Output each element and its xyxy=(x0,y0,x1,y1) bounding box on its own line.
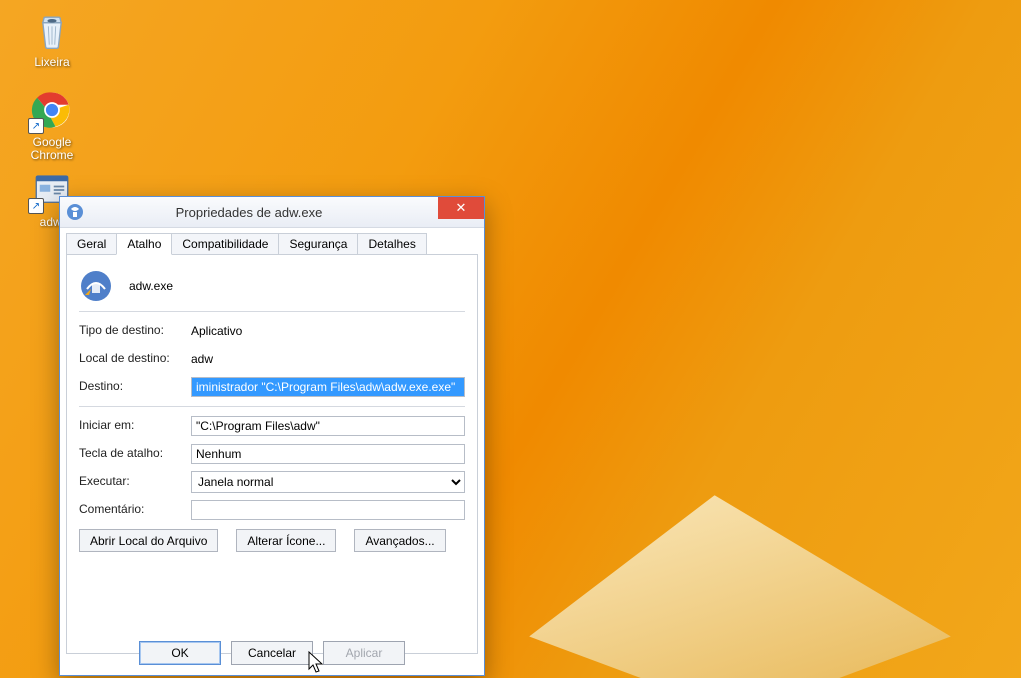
label-executar: Executar: xyxy=(79,475,191,488)
alterar-icone-button[interactable]: Alterar Ícone... xyxy=(236,529,336,552)
iniciar-em-input[interactable] xyxy=(191,416,465,436)
shortcut-arrow-icon: ↗ xyxy=(28,118,44,134)
tab-seguranca[interactable]: Segurança xyxy=(278,233,358,255)
tab-strip: Geral Atalho Compatibilidade Segurança D… xyxy=(66,233,478,255)
shortcut-arrow-icon: ↗ xyxy=(28,198,44,214)
dialog-button-row: OK Cancelar Aplicar xyxy=(60,641,484,665)
desktop-icon-label: Lixeira xyxy=(14,56,90,69)
desktop-icon-recycle-bin[interactable]: Lixeira xyxy=(14,6,90,69)
ok-button[interactable]: OK xyxy=(139,641,221,665)
executar-select[interactable]: Janela normal xyxy=(191,471,465,493)
value-tipo-destino: Aplicativo xyxy=(191,324,242,338)
label-local-destino: Local de destino: xyxy=(79,352,191,365)
label-iniciar-em: Iniciar em: xyxy=(79,419,191,432)
close-button[interactable]: ✕ xyxy=(438,197,484,219)
titlebar[interactable]: Propriedades de adw.exe ✕ xyxy=(60,197,484,228)
separator xyxy=(79,311,465,312)
wallpaper-geometry xyxy=(508,401,1014,678)
desktop[interactable]: Lixeira ↗ Google Chrome ↗ ad xyxy=(0,0,1021,678)
dialog-title: Propriedades de adw.exe xyxy=(60,205,438,220)
desktop-icon-chrome[interactable]: ↗ Google Chrome xyxy=(14,86,90,162)
tab-compatibilidade[interactable]: Compatibilidade xyxy=(171,233,279,255)
separator xyxy=(79,406,465,407)
avancados-button[interactable]: Avançados... xyxy=(354,529,445,552)
desktop-icon-label: Google Chrome xyxy=(14,136,90,162)
chrome-icon: ↗ xyxy=(28,86,76,134)
label-tipo-destino: Tipo de destino: xyxy=(79,324,191,337)
label-comentario: Comentário: xyxy=(79,503,191,516)
comentario-input[interactable] xyxy=(191,500,465,520)
label-destino: Destino: xyxy=(79,380,191,393)
destino-input[interactable] xyxy=(191,377,465,397)
tab-detalhes[interactable]: Detalhes xyxy=(357,233,426,255)
abrir-local-button[interactable]: Abrir Local do Arquivo xyxy=(79,529,218,552)
close-icon: ✕ xyxy=(456,200,467,216)
cancelar-button[interactable]: Cancelar xyxy=(231,641,313,665)
file-name: adw.exe xyxy=(129,279,173,293)
aplicar-button[interactable]: Aplicar xyxy=(323,641,405,665)
tecla-atalho-input[interactable] xyxy=(191,444,465,464)
value-local-destino: adw xyxy=(191,352,213,366)
tab-geral[interactable]: Geral xyxy=(66,233,117,255)
recycle-bin-icon xyxy=(28,6,76,54)
properties-dialog: Propriedades de adw.exe ✕ Geral Atalho C… xyxy=(59,196,485,676)
tab-panel-atalho: adw.exe Tipo de destino: Aplicativo Loca… xyxy=(66,254,478,654)
file-type-icon xyxy=(79,269,113,303)
label-tecla-atalho: Tecla de atalho: xyxy=(79,447,191,460)
tab-atalho[interactable]: Atalho xyxy=(116,233,172,255)
